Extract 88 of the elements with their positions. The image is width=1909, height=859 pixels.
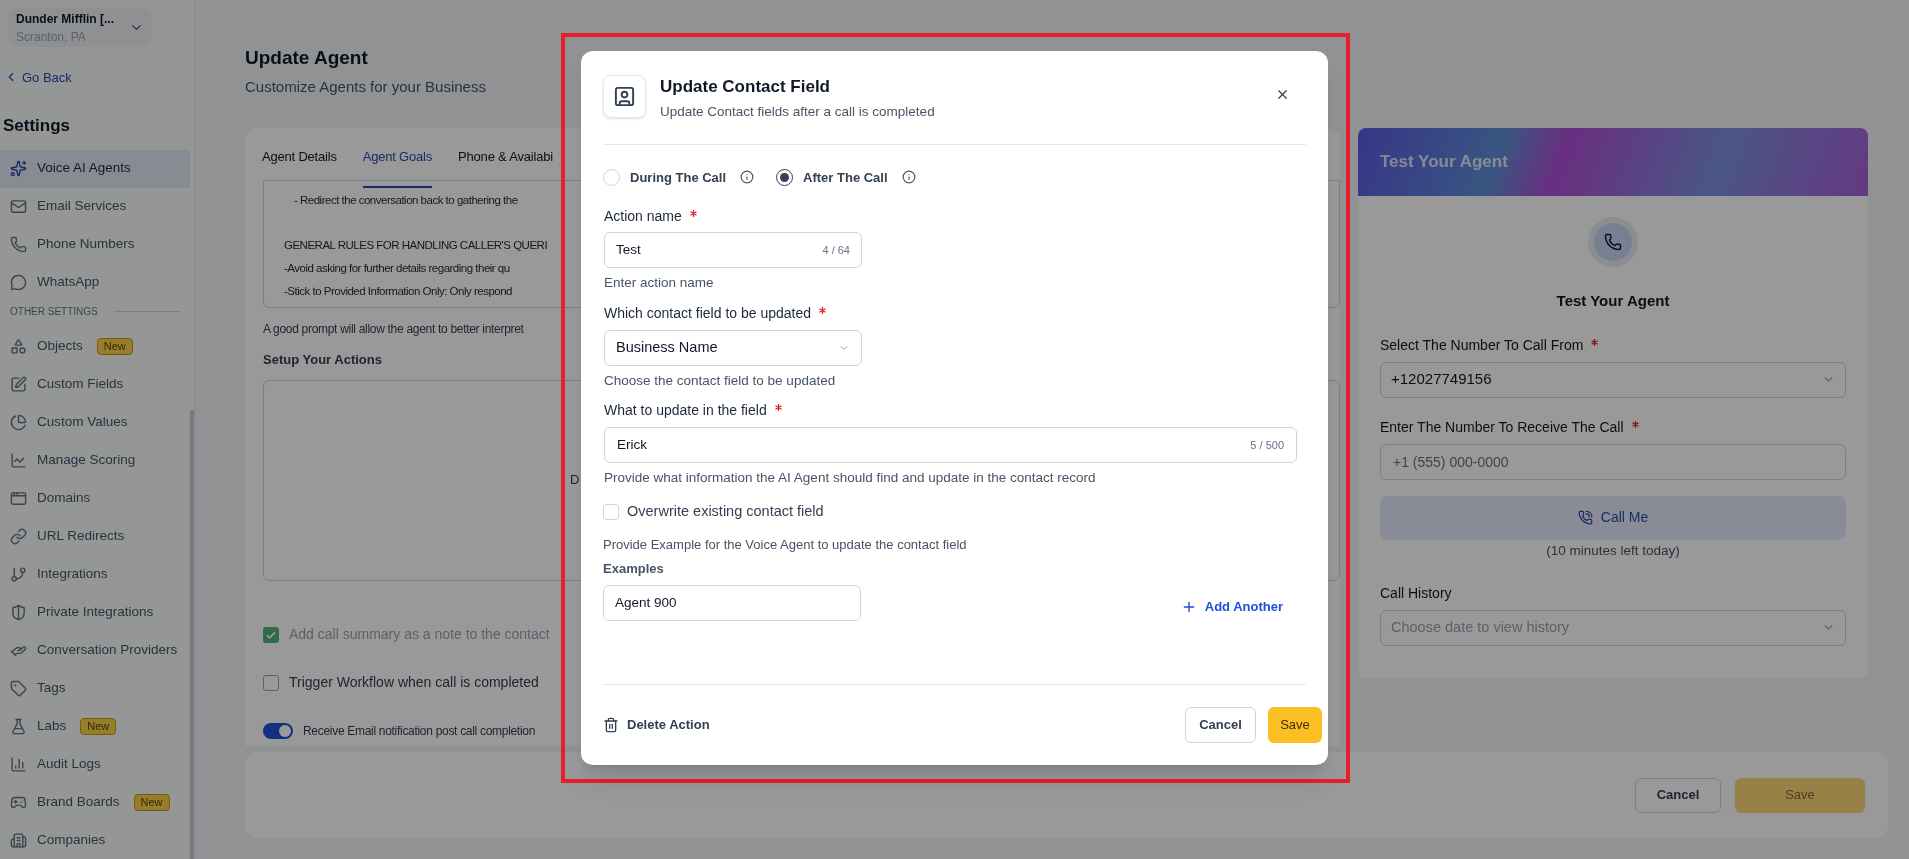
sidebar-item[interactable]: Phone Numbers [0,225,194,264]
field-label: Which contact field to be updated [604,304,812,323]
branch-icon [10,565,27,583]
help-text: Enter action name [604,274,714,293]
sidebar-item[interactable]: Voice AI Agents [0,149,190,188]
update-value-field[interactable]: Erick 5 / 500 [604,426,1297,463]
close-icon[interactable] [1275,87,1290,102]
sidebar-item[interactable]: Custom Fields [0,365,194,403]
phone-call-icon [1577,510,1593,525]
help-text: Provide what information the AI Agent should find and update in the contact record [604,468,1096,487]
option-label: Trigger Workflow when call is completed [289,673,539,692]
pie-chart-icon [10,413,27,431]
back-link[interactable]: Go Back [4,67,72,88]
contact-field-select[interactable]: Business Name [604,329,862,366]
section-label: OTHER SETTINGS [10,305,98,320]
new-badge: New [96,337,133,355]
prompt-line: - Redirect the conversation back to gathering the [293,193,518,208]
save-button[interactable]: Save [1735,777,1865,813]
help-text: Choose the contact field to be updated [604,371,836,390]
option-label: Add call summary as a note to the contact [289,625,550,644]
field-label: Select The Number To Call From [1380,335,1584,355]
phone-icon [10,236,27,254]
prompt-hint: A good prompt will allow the agent to better interpret [263,321,524,338]
info-icon[interactable] [740,170,755,185]
new-badge: New [80,717,117,735]
bar-chart-icon [10,755,27,773]
building-icon [10,831,27,849]
mail-icon [10,198,27,216]
trash-icon [603,717,619,733]
prompt-line: -Stick to Provided Information Only: Only respond [284,284,512,299]
info-icon[interactable] [901,170,916,185]
link-icon [10,527,27,545]
tag-icon [10,679,27,697]
field-label: Enter The Number To Receive The Call [1380,417,1624,437]
call-me-button[interactable]: Call Me [1380,495,1846,540]
add-another-button[interactable]: Add Another [1180,597,1283,617]
example-field[interactable]: Agent 900 [603,584,861,621]
action-name-field[interactable]: Test 4 / 64 [604,232,862,269]
sidebar-item[interactable]: WhatsApp [0,263,194,302]
checkbox[interactable] [603,503,619,520]
phone-icon [1604,233,1622,251]
tab[interactable]: Phone & Availabi [458,128,553,188]
option-label: Receive Email notification post call completion [303,722,536,740]
delete-action-button[interactable]: Delete Action [603,715,710,735]
cancel-button[interactable]: Cancel [1635,777,1721,813]
window-icon [10,489,27,507]
settings-title: Settings [3,114,71,137]
required-icon [1591,338,1599,346]
modal-subtitle: Update Contact fields after a call is completed [660,103,936,121]
field-label: Action name [604,206,682,226]
field-label: What to update in the field [604,401,767,421]
field-label: Call History [1380,583,1453,603]
page-subtitle: Customize Agents for your Business [245,77,486,97]
tab[interactable]: Agent Details [262,128,337,188]
account-name: Dunder Mifflin [... [16,10,115,28]
line-chart-icon [10,451,27,469]
checkbox-label: Overwrite existing contact field [627,502,824,521]
actions-title: Setup Your Actions [263,351,382,369]
receive-number-field[interactable]: +1 (555) 000-0000 [1380,443,1846,480]
contact-card-icon [613,85,636,108]
from-number-select[interactable]: +12027749156 [1380,361,1846,398]
test-title: Test Your Agent [1556,291,1670,311]
toggle-switch[interactable] [263,722,293,739]
sidebar-item[interactable]: Objects New [0,327,194,365]
examples-hint: Provide Example for the Voice Agent to update the contact field [603,535,967,554]
radio-label: After The Call [803,168,888,187]
test-panel-heading: Test Your Agent [1380,151,1508,174]
flask-icon [10,717,27,735]
radio-label: During The Call [630,168,727,187]
sparkle-icon [10,160,27,178]
minutes-note: (10 minutes left today) [1546,541,1680,560]
prompt-line: GENERAL RULES FOR HANDLING CALLER'S QUERI [284,238,548,253]
save-button[interactable]: Save [1268,707,1322,743]
char-counter: 4 / 64 [822,243,850,258]
actions-empty-text: D [570,471,580,490]
char-counter: 5 / 500 [1250,437,1284,453]
pen-icon [10,375,27,393]
cancel-button[interactable]: Cancel [1185,707,1256,743]
chat-icon [10,274,27,292]
required-icon [1631,420,1639,428]
modal-title: Update Contact Field [660,76,831,98]
page-title: Update Agent [245,46,368,70]
new-badge: New [133,793,170,811]
examples-label: Examples [603,560,664,579]
checkbox[interactable] [263,674,279,691]
shield-icon [10,603,27,621]
shapes-icon [10,337,27,355]
prompt-line: -Avoid asking for further details regarding their qu [284,261,510,276]
